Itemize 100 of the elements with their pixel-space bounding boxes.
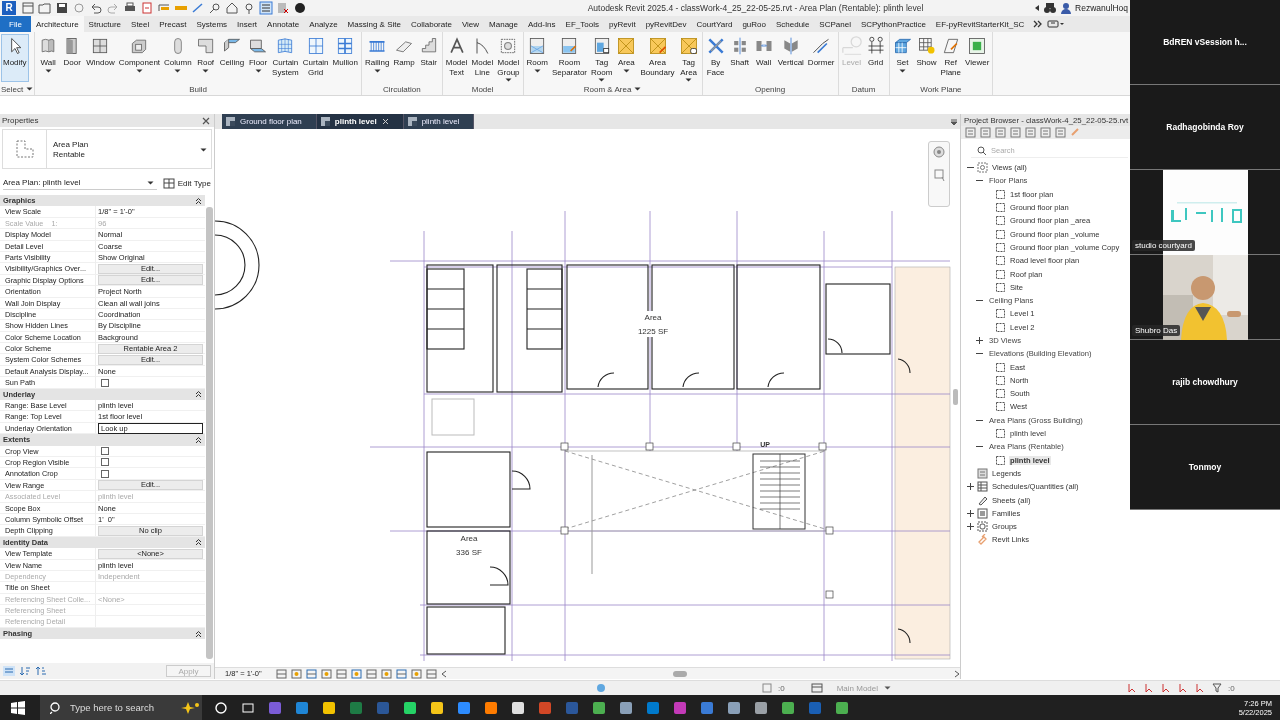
sort-ascending-icon[interactable]: [19, 666, 31, 676]
tool-button[interactable]: Curtain Grid: [300, 34, 331, 78]
tool-button[interactable]: Vertical: [775, 34, 806, 69]
tool-button[interactable]: Model Text: [443, 34, 470, 78]
caret-icon[interactable]: [884, 686, 892, 690]
panel-title[interactable]: Build: [189, 84, 207, 94]
ribbon-tab[interactable]: Precast: [154, 16, 192, 32]
tool-button[interactable]: Ref Plane: [938, 34, 963, 78]
ribbon-tab[interactable]: View: [456, 16, 485, 32]
undo-icon[interactable]: [89, 1, 103, 15]
app-icon[interactable]: [483, 699, 499, 716]
line-icon[interactable]: [191, 1, 205, 15]
ribbon-tab[interactable]: guRoo: [737, 16, 771, 32]
app-icon[interactable]: [402, 699, 418, 716]
ribbon-tab[interactable]: Schedule: [771, 16, 815, 32]
expand-icon[interactable]: [976, 337, 983, 344]
save-icon[interactable]: [55, 1, 69, 15]
ribbon-tab[interactable]: CourtYard: [691, 16, 738, 32]
tool-button[interactable]: Stair: [416, 34, 441, 69]
ribbon-tab[interactable]: Collaborate: [405, 16, 457, 32]
app-icon[interactable]: [753, 699, 769, 716]
app-icon[interactable]: [429, 699, 445, 716]
ribbon-tab[interactable]: pyRevitDev: [640, 16, 692, 32]
tool-button[interactable]: Model Group: [495, 34, 522, 83]
tool-button[interactable]: Show: [914, 34, 939, 69]
edit-type-button[interactable]: Edit Type: [162, 177, 211, 189]
ribbon-tab[interactable]: pyRevit: [603, 16, 641, 32]
tool-button[interactable]: Tag Area: [676, 34, 701, 83]
expand-icon[interactable]: [967, 509, 974, 517]
ribbon-tab[interactable]: SCPanel: [814, 16, 856, 32]
model-icon[interactable]: [810, 683, 823, 693]
panel-title[interactable]: Room & Area: [583, 84, 632, 94]
app-icon[interactable]: [618, 699, 634, 716]
expand-icon[interactable]: [967, 483, 974, 491]
ribbon-tab[interactable]: Add-Ins: [523, 16, 561, 32]
steering-wheel-icon[interactable]: [933, 146, 945, 158]
pin-icon[interactable]: [242, 1, 256, 15]
app-icon[interactable]: [726, 699, 742, 716]
tool-button[interactable]: Ceiling: [217, 34, 247, 69]
user-icon[interactable]: [1060, 2, 1073, 14]
sort-descending-icon[interactable]: [35, 666, 47, 676]
checkbox[interactable]: [101, 458, 109, 467]
navigation-bar[interactable]: [928, 141, 950, 207]
tool-button[interactable]: Window: [84, 34, 117, 69]
tool-button[interactable]: Component: [116, 34, 163, 74]
open-icon[interactable]: [38, 1, 52, 15]
area-value[interactable]: 336 SF: [456, 548, 482, 557]
document-tab[interactable]: plinth level: [316, 114, 404, 129]
tool-button[interactable]: Viewer: [963, 34, 992, 69]
search-field[interactable]: Type here to search: [40, 695, 202, 720]
checkbox[interactable]: [101, 378, 109, 387]
tab-menu-icon[interactable]: [950, 117, 958, 126]
tool-button[interactable]: Roof: [193, 34, 218, 74]
tool-button[interactable]: Area: [614, 34, 639, 74]
panel-title[interactable]: Work Plane: [920, 84, 962, 94]
start-icon[interactable]: [11, 700, 25, 715]
checkbox[interactable]: [101, 469, 109, 478]
tool-button[interactable]: Mullion: [330, 34, 360, 69]
tool-button[interactable]: Room Separator: [549, 34, 590, 78]
circle-icon[interactable]: [293, 1, 307, 15]
tool-button[interactable]: Wall: [36, 34, 61, 74]
ribbon-tab[interactable]: Insert: [232, 16, 263, 32]
area-value[interactable]: 1225 SF: [637, 327, 669, 336]
ribbon-tab[interactable]: EF-pyRevitStarterKit_SC: [930, 16, 1030, 32]
ribbon-tab[interactable]: Structure: [83, 16, 127, 32]
area-name[interactable]: Area: [460, 534, 478, 543]
panel-title[interactable]: Select: [1, 84, 24, 94]
app-icon[interactable]: [510, 699, 526, 716]
app-icon[interactable]: [834, 699, 850, 716]
circle-icon[interactable]: [213, 699, 229, 716]
tool-button[interactable]: Set: [890, 34, 915, 74]
scroll-left-icon[interactable]: [440, 669, 447, 678]
panel-title[interactable]: Circulation: [382, 84, 421, 94]
area-name[interactable]: Area: [644, 313, 662, 322]
type-selector[interactable]: Area Plan Rentable: [2, 129, 212, 169]
app-icon[interactable]: [321, 699, 337, 716]
document-tab[interactable]: plinth level: [403, 114, 475, 129]
instance-dropdown[interactable]: Area Plan: plinth level: [3, 176, 157, 190]
panel-title[interactable]: Opening: [754, 84, 786, 94]
panel-title[interactable]: Datum: [851, 84, 876, 94]
scrollbar[interactable]: [206, 207, 213, 659]
tool-button[interactable]: Wall: [751, 34, 776, 69]
scrollbar[interactable]: [953, 389, 958, 405]
tool-button[interactable]: Ramp: [391, 34, 417, 69]
tool-button[interactable]: Area Boundary: [638, 34, 677, 78]
tool-button[interactable]: By Face: [703, 34, 728, 78]
app-logo[interactable]: R: [2, 1, 16, 15]
tool-button[interactable]: Door: [60, 34, 85, 69]
ribbon-tab[interactable]: Analyze: [304, 16, 343, 32]
ribbon-tab[interactable]: Annotate: [262, 16, 305, 32]
user-name[interactable]: RezwanulHoq: [1075, 3, 1128, 13]
filter-icon[interactable]: [1212, 683, 1223, 693]
app-icon[interactable]: [591, 699, 607, 716]
scrollbar[interactable]: [672, 670, 687, 677]
file-menu-button[interactable]: File: [0, 16, 31, 32]
panel-title[interactable]: Model: [471, 84, 494, 94]
tool-button[interactable]: Grid: [863, 34, 888, 69]
panel-toggle-icon[interactable]: [1047, 20, 1066, 28]
tool-button[interactable]: Railing: [362, 34, 392, 74]
ribbon-tab[interactable]: SCPythonPractice: [855, 16, 931, 32]
